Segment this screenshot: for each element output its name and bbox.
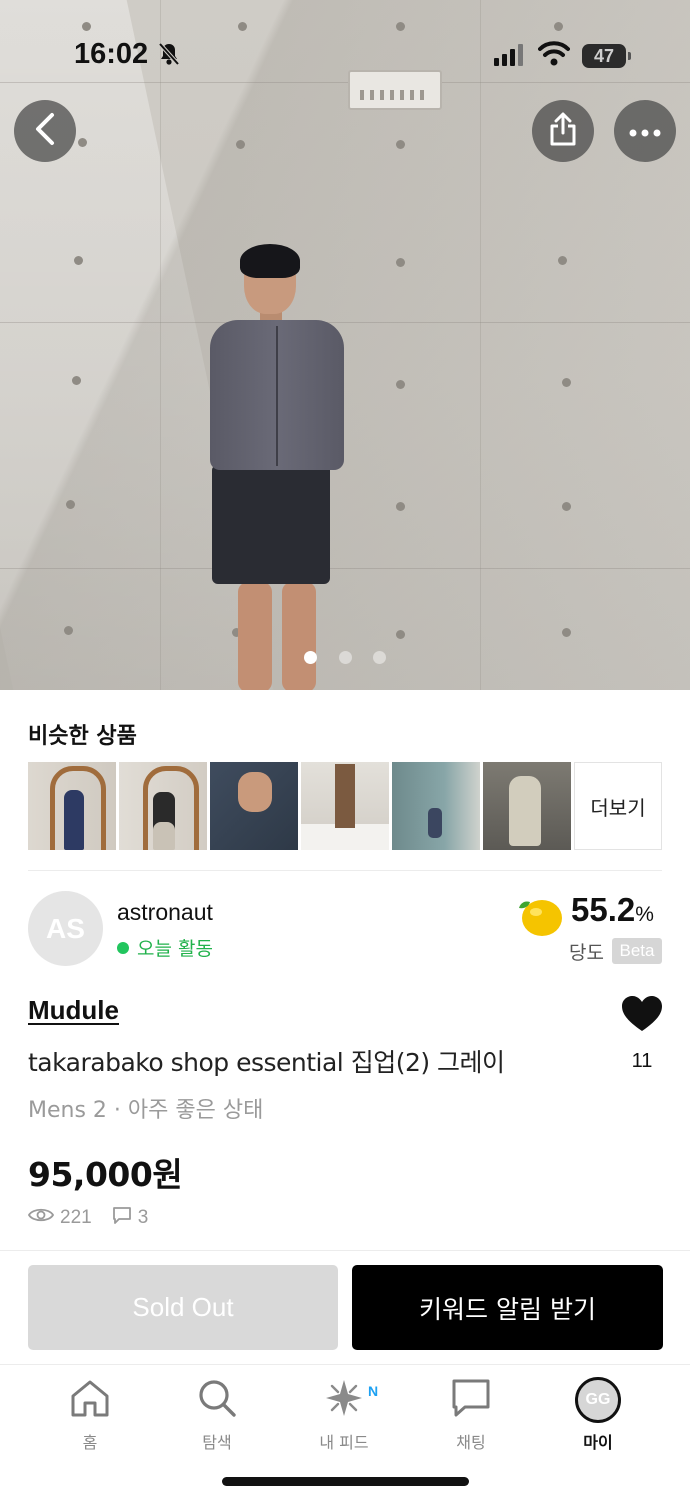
comment-icon (112, 1206, 132, 1230)
view-count: 221 (60, 1207, 92, 1228)
tab-my[interactable]: GG 마이 (543, 1377, 653, 1453)
keyword-alert-button[interactable]: 키워드 알림 받기 (352, 1265, 663, 1350)
pager-dot (372, 651, 386, 664)
back-button[interactable] (14, 100, 76, 162)
image-pager (0, 649, 690, 668)
sparkle-icon (324, 1378, 364, 1422)
online-dot-icon (117, 941, 129, 954)
sugar-score: 55.2% (571, 891, 654, 929)
wall-dot (72, 376, 81, 385)
tab-home-label: 홈 (82, 1433, 98, 1452)
wall-dot (64, 626, 73, 635)
wall-dot (562, 378, 571, 387)
wall-dot (558, 256, 567, 265)
share-button[interactable] (532, 100, 594, 162)
more-options-button[interactable] (614, 100, 676, 162)
sold-out-button: Sold Out (28, 1265, 338, 1350)
wall-dot (396, 140, 405, 149)
seller-activity: 오늘 활동 (117, 934, 213, 961)
model-jacket (210, 320, 344, 470)
model-shorts (212, 466, 330, 584)
battery-indicator: 47 (582, 44, 631, 68)
similar-items-title: 비슷한 상품 (28, 724, 137, 749)
similar-items-row: 더보기 (28, 762, 662, 850)
action-bar-divider (0, 1250, 690, 1251)
similar-item-thumbnail[interactable] (392, 762, 480, 850)
chevron-left-icon (34, 112, 56, 150)
eye-icon (27, 1207, 55, 1229)
wall-dot (236, 140, 245, 149)
wall-dot (562, 628, 571, 637)
wall-dot (396, 258, 405, 267)
wifi-icon (538, 40, 570, 70)
chat-icon (451, 1378, 491, 1422)
tab-chat[interactable]: 채팅 (416, 1377, 526, 1453)
wall-dot (562, 502, 571, 511)
wall-dot (396, 502, 405, 511)
pager-dot-active (304, 651, 318, 664)
sugar-score-value: 55.2 (571, 891, 636, 928)
cellular-signal-icon (494, 44, 526, 70)
sugar-score-unit: % (635, 903, 654, 926)
similar-item-thumbnail[interactable] (483, 762, 571, 850)
brand-link[interactable]: Mudule (28, 995, 119, 1026)
bell-muted-icon (158, 42, 180, 70)
product-stats: 221 3 (27, 1206, 149, 1230)
like-count: 11 (631, 1050, 653, 1072)
wall-dot (74, 256, 83, 265)
tab-my-feed-label: 내 피드 (319, 1433, 369, 1452)
lemon-icon (516, 894, 564, 942)
similar-item-thumbnail[interactable] (210, 762, 298, 850)
seller-avatar[interactable]: AS (28, 891, 103, 966)
wall-dot (396, 380, 405, 389)
product-price: 95,000원 (28, 1155, 183, 1194)
search-icon (197, 1378, 237, 1422)
new-feed-badge: N (362, 1380, 384, 1402)
sugar-label: 당도 (569, 942, 604, 964)
similar-item-thumbnail[interactable] (301, 762, 389, 850)
product-condition: Mens 2 · 아주 좋은 상태 (28, 1098, 264, 1123)
model-leg (238, 582, 272, 690)
wall-dot (66, 500, 75, 509)
section-divider (28, 870, 662, 871)
status-bar: 16:02 47 (0, 0, 690, 110)
similar-more-button[interactable]: 더보기 (574, 762, 662, 850)
tab-chat-label: 채팅 (456, 1433, 486, 1452)
model-figure (200, 240, 360, 690)
pager-dot (338, 651, 352, 664)
share-icon (548, 112, 578, 150)
product-title: takarabako shop essential 집업(2) 그레이 (28, 1048, 505, 1077)
tab-explore[interactable]: 탐색 (162, 1377, 272, 1453)
wall-dot (396, 630, 405, 639)
tab-explore-label: 탐색 (202, 1433, 232, 1452)
status-time: 16:02 (74, 38, 149, 70)
wall-dot (78, 138, 87, 147)
similar-item-thumbnail[interactable] (28, 762, 116, 850)
tab-home[interactable]: 홈 (35, 1377, 145, 1453)
tab-my-label: 마이 (583, 1433, 613, 1452)
home-icon (70, 1379, 110, 1421)
home-indicator (222, 1477, 469, 1486)
model-hair (240, 244, 300, 278)
heart-icon[interactable] (622, 996, 662, 1036)
seller-activity-label: 오늘 활동 (137, 938, 213, 960)
comment-count: 3 (137, 1207, 149, 1228)
seller-name[interactable]: astronaut (117, 899, 213, 926)
profile-avatar: GG (575, 1377, 621, 1423)
similar-item-thumbnail[interactable] (119, 762, 207, 850)
model-leg (282, 582, 316, 690)
beta-badge: Beta (612, 938, 662, 964)
more-horizontal-icon (629, 122, 661, 141)
